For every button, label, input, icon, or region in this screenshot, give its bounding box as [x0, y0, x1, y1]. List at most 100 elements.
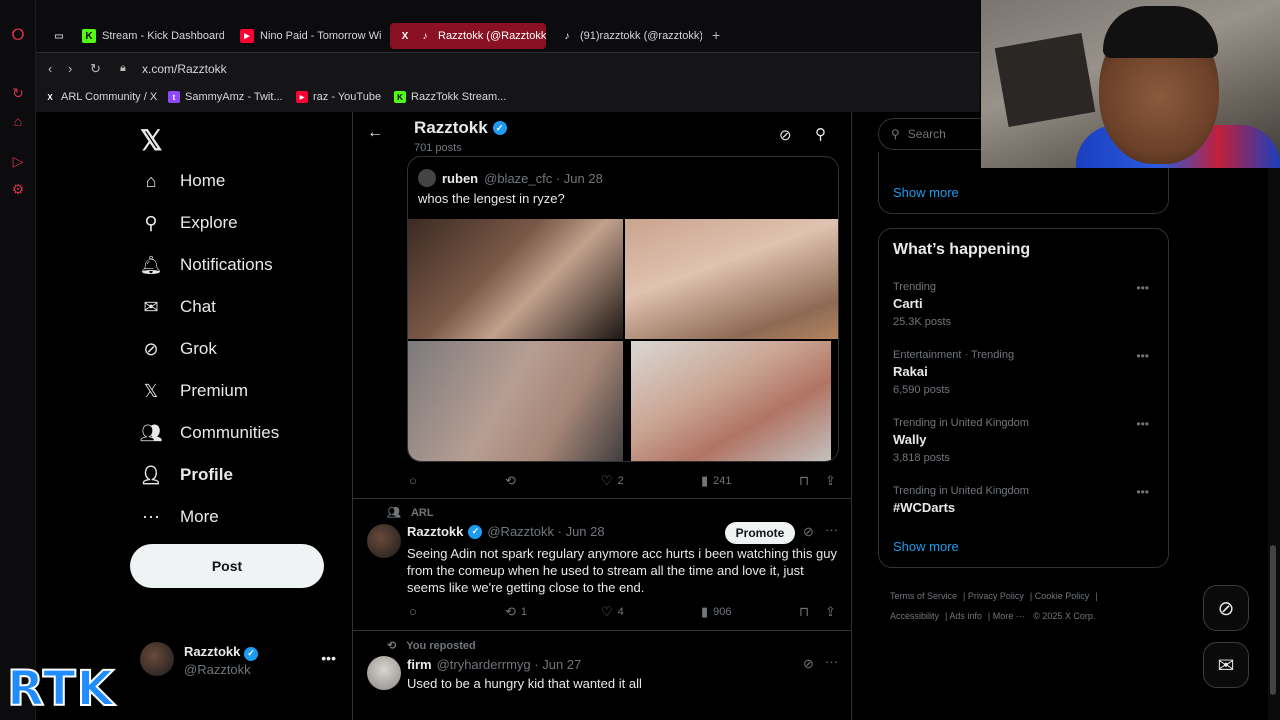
- footer-link[interactable]: More ···: [993, 611, 1025, 621]
- grok-icon[interactable]: ⊘: [803, 524, 814, 540]
- nav-chat[interactable]: ✉ Chat: [140, 296, 215, 318]
- more-icon[interactable]: •••: [1136, 485, 1149, 499]
- bookmark-icon: ⊓: [799, 604, 810, 619]
- author-name[interactable]: Razztokk: [407, 524, 463, 539]
- more-icon[interactable]: •••: [1136, 349, 1149, 363]
- bookmark-label: RazzTokk Stream...: [411, 91, 507, 103]
- grok-icon[interactable]: ⊘: [803, 656, 814, 672]
- media-image[interactable]: [625, 219, 838, 339]
- more-icon[interactable]: ···: [825, 654, 838, 669]
- x-logo-icon[interactable]: 𝕏: [140, 124, 163, 157]
- repost-button[interactable]: ⟲: [505, 473, 516, 489]
- show-more-link[interactable]: Show more: [893, 185, 959, 200]
- more-icon[interactable]: •••: [1136, 281, 1149, 295]
- footer-link[interactable]: Accessibility: [890, 611, 939, 621]
- bookmark-youtube[interactable]: ▶ raz - YouTube: [296, 91, 381, 103]
- grok-icon[interactable]: ⊘: [779, 126, 792, 144]
- views-button[interactable]: ▮ 906: [701, 604, 732, 620]
- footer-link[interactable]: Ads info: [949, 611, 982, 621]
- post-text: Seeing Adin not spark regulary anymore a…: [407, 546, 837, 595]
- verified-icon: ✓: [243, 646, 258, 661]
- post[interactable]: 👥︎ ARL Razztokk ✓ @Razztokk · Jun 28 Prom…: [353, 498, 851, 630]
- bookmark-button[interactable]: ⊓: [799, 604, 809, 620]
- post[interactable]: ⟲ You reposted firm @tryharderrmyg · Jun …: [353, 630, 851, 720]
- reply-button[interactable]: ○: [409, 604, 417, 619]
- author-name[interactable]: firm: [407, 657, 432, 672]
- account-switcher[interactable]: Razztokk ✓ @Razztokk •••: [140, 642, 340, 682]
- nav-communities[interactable]: 👥︎ Communities: [140, 422, 280, 444]
- avatar[interactable]: [367, 524, 401, 558]
- back-icon[interactable]: ‹: [48, 61, 52, 76]
- footer-link[interactable]: Privacy Policy: [968, 591, 1024, 601]
- more-icon[interactable]: •••: [1136, 417, 1149, 431]
- workspace-icon: ▭: [54, 30, 64, 42]
- verified-icon: ✓: [492, 121, 507, 135]
- webcam-overlay: [981, 0, 1280, 168]
- player-icon[interactable]: ▷: [9, 152, 27, 170]
- show-more-link[interactable]: Show more: [893, 539, 959, 554]
- share-button[interactable]: ⇪: [825, 604, 836, 620]
- avatar[interactable]: [367, 656, 401, 690]
- more-icon[interactable]: •••: [321, 650, 336, 666]
- heart-icon: ♡: [601, 604, 613, 619]
- repost-icon: ⟲: [387, 640, 397, 652]
- opera-logo-icon[interactable]: O: [9, 25, 27, 44]
- crypto-wallet-icon[interactable]: ⌂: [9, 112, 27, 130]
- like-button[interactable]: ♡ 4: [601, 604, 624, 620]
- reply-button[interactable]: ○: [409, 473, 417, 488]
- search-icon[interactable]: ⚲: [815, 125, 826, 143]
- forward-icon[interactable]: ›: [68, 61, 72, 76]
- nav-grok[interactable]: ⊘ Grok: [140, 338, 216, 360]
- nav-premium[interactable]: 𝕏 Premium: [140, 380, 248, 402]
- quoted-post[interactable]: ruben @blaze_cfc · Jun 28 whos the lenge…: [407, 156, 839, 462]
- trend-item[interactable]: Trending in United Kingdom Wally 3,818 p…: [893, 417, 1155, 464]
- settings-icon[interactable]: ⚙: [9, 180, 27, 198]
- repost-button[interactable]: ⟲ 1: [505, 604, 527, 620]
- trend-item[interactable]: Trending Carti 25.3K posts •••: [893, 281, 1155, 328]
- tab-workspace[interactable]: ▭: [44, 23, 72, 49]
- nav-more[interactable]: ⋯ More: [140, 506, 219, 528]
- media-image[interactable]: [631, 341, 831, 461]
- x-icon: X: [47, 92, 53, 102]
- media-image[interactable]: [408, 341, 623, 461]
- like-button[interactable]: ♡ 2: [601, 473, 624, 489]
- back-arrow-icon[interactable]: ←: [367, 124, 383, 142]
- avatar: [140, 642, 174, 676]
- views-button[interactable]: ▮ 241: [701, 473, 732, 489]
- speaker-icon[interactable]: ♪: [418, 29, 432, 43]
- tab-x-profile[interactable]: X ♪ Razztokk (@Razztokk: [390, 23, 546, 49]
- bookmark-sammy[interactable]: t SammyAmz - Twit...: [168, 91, 283, 103]
- nav-home[interactable]: ⌂ Home: [140, 170, 226, 192]
- nav-profile[interactable]: 👤︎ Profile: [140, 464, 233, 486]
- trend-item[interactable]: Trending in United Kingdom #WCDarts •••: [893, 485, 1155, 515]
- bookmark-kick[interactable]: K RazzTokk Stream...: [394, 91, 506, 103]
- media-image[interactable]: [408, 219, 623, 339]
- tab-kick-dashboard[interactable]: K Stream - Kick Dashboard: [74, 23, 224, 49]
- post-button[interactable]: Post: [130, 544, 324, 588]
- tab-label: Stream - Kick Dashboard: [102, 30, 224, 42]
- trend-item[interactable]: Entertainment · Trending Rakai 6,590 pos…: [893, 349, 1155, 396]
- youtube-icon: ▶: [240, 29, 254, 43]
- tab-tiktok[interactable]: ♪ (91)razztokk (@razztokk): [552, 23, 703, 49]
- nav-notifications[interactable]: 🔔︎ Notifications: [140, 254, 273, 276]
- promote-button[interactable]: Promote: [725, 522, 795, 544]
- grok-fab[interactable]: ⊘: [1203, 585, 1249, 631]
- quoted-post-header: ruben @blaze_cfc · Jun 28: [418, 169, 603, 187]
- footer-link[interactable]: Cookie Policy: [1035, 591, 1090, 601]
- share-button[interactable]: ⇪: [825, 473, 836, 489]
- messages-fab[interactable]: ✉: [1203, 642, 1249, 688]
- aria-icon[interactable]: ↻: [9, 84, 27, 102]
- bookmark-button[interactable]: ⊓: [799, 473, 809, 489]
- url-field[interactable]: x.com/Razztokk: [142, 62, 227, 76]
- nav-explore[interactable]: ⚲ Explore: [140, 212, 237, 234]
- reload-icon[interactable]: ↻: [90, 61, 101, 77]
- tab-youtube[interactable]: ▶ Nino Paid - Tomorrow Wi: [232, 23, 382, 49]
- bookmark-label: SammyAmz - Twit...: [185, 91, 283, 103]
- footer-link[interactable]: Terms of Service: [890, 591, 957, 601]
- more-icon[interactable]: ···: [825, 522, 838, 537]
- bookmark-arl[interactable]: X ARL Community / X: [44, 91, 157, 103]
- tab-bar: ▭ K Stream - Kick Dashboard ▶ Nino Paid …: [36, 0, 980, 52]
- new-tab-icon[interactable]: +: [712, 27, 720, 43]
- scrollbar-thumb[interactable]: [1270, 545, 1276, 695]
- tab-label: Nino Paid - Tomorrow Wi: [260, 30, 382, 42]
